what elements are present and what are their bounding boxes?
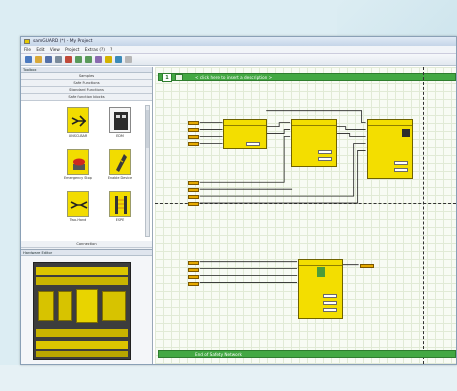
window-title: samGUARD (*) - My Project	[33, 39, 93, 44]
category-safe-function-blocks[interactable]: Safe function blocks	[21, 94, 152, 101]
hardware-panel-title: Hardware Editor	[21, 250, 152, 256]
two-hand-icon[interactable]	[67, 191, 89, 217]
enable-device-icon[interactable]	[109, 149, 131, 175]
settings-icon[interactable]	[125, 56, 132, 63]
transfer-icon[interactable]	[105, 56, 112, 63]
connection-wires	[199, 110, 366, 283]
menu-project[interactable]: Project	[65, 47, 79, 52]
emergency-stop-icon[interactable]	[67, 149, 89, 175]
input-tag[interactable]	[188, 188, 199, 192]
input-tag[interactable]	[188, 142, 199, 146]
hardware-panel: Hardware Editor	[21, 249, 153, 364]
parameter-field[interactable]	[318, 150, 332, 154]
terminal-row-bottom	[36, 329, 128, 337]
input-tag[interactable]	[188, 275, 199, 279]
module-2	[58, 291, 72, 321]
toolbox-panel: Toolbox Samples Safe Functions Standard …	[21, 67, 153, 277]
block-header	[299, 260, 342, 266]
network-footer-bar: End of Safety Network	[158, 350, 456, 358]
enable-device-icon	[317, 267, 325, 277]
menu-bar: File Edit View Project Extras (?) ?	[21, 46, 456, 54]
function-block-3[interactable]	[367, 119, 413, 179]
palette-scrollbar[interactable]	[145, 105, 150, 237]
parameter-field[interactable]	[394, 168, 408, 172]
connect-icon[interactable]	[115, 56, 122, 63]
function-block-2[interactable]	[291, 119, 337, 167]
title-bar: samGUARD (*) - My Project	[21, 37, 456, 46]
input-tag[interactable]	[188, 121, 199, 125]
application-window: samGUARD (*) - My Project File Edit View…	[20, 36, 457, 365]
parameter-field[interactable]	[323, 294, 337, 298]
parameter-field[interactable]	[323, 308, 337, 312]
toolbar	[21, 54, 456, 66]
input-tag[interactable]	[188, 135, 199, 139]
function-block-1[interactable]	[223, 119, 267, 149]
scrollbar-thumb[interactable]	[146, 110, 149, 148]
undo-icon[interactable]	[65, 56, 72, 63]
parameter-field[interactable]	[318, 157, 332, 161]
block-label-espe: ESPE	[115, 218, 125, 222]
module-right	[102, 291, 126, 321]
new-icon[interactable]	[25, 56, 32, 63]
hardware-module-image[interactable]	[33, 262, 131, 360]
block-label-enable-device: Enable Device	[107, 176, 133, 180]
input-tag[interactable]	[188, 202, 199, 206]
menu-help[interactable]: ?	[110, 47, 112, 52]
category-connection[interactable]: Connection	[21, 241, 152, 248]
output-tag[interactable]	[360, 264, 374, 268]
print-icon[interactable]	[55, 56, 62, 63]
parameter-field[interactable]	[394, 161, 408, 165]
simulate-icon[interactable]	[95, 56, 102, 63]
block-label-two-hand: Two-Hand	[69, 218, 87, 222]
block-label-emergency-stop: Emergency Stop	[64, 176, 92, 180]
input-tag[interactable]	[188, 268, 199, 272]
input-tag[interactable]	[188, 128, 199, 132]
input-tag[interactable]	[188, 181, 199, 185]
terminal-row-top	[36, 267, 128, 275]
menu-edit[interactable]: Edit	[36, 47, 44, 52]
terminal-row-bottom-2	[36, 341, 128, 349]
app-icon	[24, 39, 30, 44]
save-icon[interactable]	[45, 56, 52, 63]
safety-switch-icon[interactable]	[67, 107, 89, 133]
menu-file[interactable]: File	[24, 47, 31, 52]
menu-extras[interactable]: Extras (?)	[85, 47, 105, 52]
zoom-out-icon[interactable]	[85, 56, 92, 63]
terminal-row-bottom-3	[36, 351, 128, 357]
parameter-field[interactable]	[246, 142, 260, 146]
edm-icon	[402, 129, 410, 137]
block-label-unsclbar: UNSCLBAR	[68, 134, 88, 138]
input-tag[interactable]	[188, 282, 199, 286]
block-label-edm: EDM	[116, 134, 124, 138]
input-tag[interactable]	[188, 261, 199, 265]
light-curtain-icon[interactable]	[109, 191, 131, 217]
category-samples[interactable]: Samples	[21, 73, 152, 80]
block-palette: UNSCLBAR EDM Emergency Stop Enable Devic…	[21, 101, 152, 241]
module-left	[38, 291, 54, 321]
parameter-field[interactable]	[323, 301, 337, 305]
category-safe-functions[interactable]: Safe Functions	[21, 80, 152, 87]
background-band	[0, 365, 457, 391]
open-icon[interactable]	[35, 56, 42, 63]
logic-editor-canvas[interactable]: 1 < click here to insert a description >	[155, 67, 456, 364]
module-center	[76, 289, 98, 323]
network-end-label: End of Safety Network	[195, 352, 242, 357]
block-header	[368, 120, 412, 126]
function-block-4[interactable]	[298, 259, 343, 319]
terminal-row-top-2	[36, 277, 128, 285]
relay-contactor-icon[interactable]	[109, 107, 131, 133]
block-header	[224, 120, 266, 126]
input-tag[interactable]	[188, 195, 199, 199]
category-standard-functions[interactable]: Standard Functions	[21, 87, 152, 94]
zoom-in-icon[interactable]	[75, 56, 82, 63]
menu-view[interactable]: View	[50, 47, 60, 52]
block-header	[292, 120, 336, 126]
